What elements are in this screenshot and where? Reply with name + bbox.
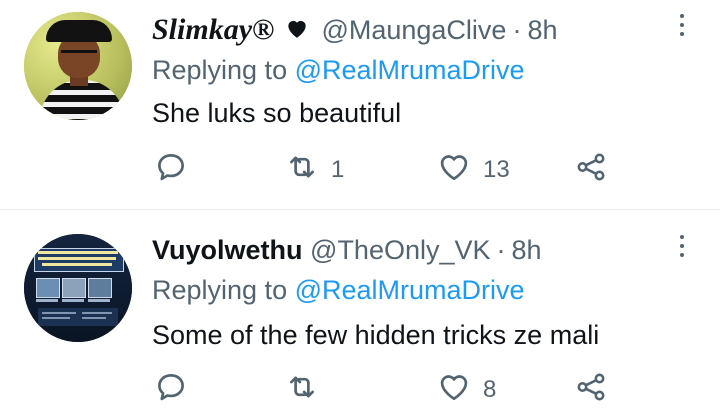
like-button[interactable]: 13 [437,150,510,190]
tweet-2[interactable]: Vuyolwethu @TheOnly_VK · 8h Replying to @R… [0,210,720,419]
like-count: 13 [483,156,510,183]
separator: · [512,15,522,45]
display-name[interactable]: Vuyolwethu [152,235,303,265]
separator: · [496,235,506,265]
replying-to-link[interactable]: @RealMrumaDrive [295,275,525,305]
timestamp[interactable]: 8h [512,235,542,265]
heart-icon [437,370,471,411]
reply-button[interactable] [154,150,200,190]
like-count: 8 [483,376,497,403]
reply-button[interactable] [154,370,200,410]
replying-to-link[interactable]: @RealMrumaDrive [295,55,525,85]
share-icon [574,370,608,411]
avatar[interactable] [24,12,132,120]
heart-icon [437,150,471,191]
tweet-text: Some of the few hidden tricks ze mali [152,320,600,350]
retweet-button[interactable] [285,370,331,410]
tweet-text: She luks so beautiful [152,98,402,128]
share-icon [574,150,608,191]
retweet-button[interactable]: 1 [285,150,344,190]
tweet-header: Slimkay® @MaungaClive · 8h [152,12,660,50]
action-bar: 1 13 [152,150,622,190]
share-button[interactable] [574,370,608,410]
user-handle[interactable]: @MaungaClive [321,15,506,45]
like-button[interactable]: 8 [437,370,496,410]
replying-to-label: Replying to [152,275,288,305]
tweet-header: Vuyolwethu @TheOnly_VK · 8h [152,232,660,268]
action-bar: 8 [152,370,622,410]
display-name[interactable]: Slimkay® [152,13,274,46]
replying-to: Replying to @RealMrumaDrive [152,52,525,88]
retweet-count: 1 [331,156,345,183]
replying-to-label: Replying to [152,55,288,85]
retweet-icon [285,370,319,411]
reply-icon [154,370,188,411]
tweet-1[interactable]: Slimkay® @MaungaClive · 8h Replying to @Re… [0,0,720,210]
share-button[interactable] [574,150,608,190]
retweet-icon [285,150,319,191]
reply-icon [154,150,188,191]
more-vertical-icon[interactable] [678,235,686,261]
user-handle[interactable]: @TheOnly_VK [310,235,490,265]
replying-to: Replying to @RealMrumaDrive [152,272,525,308]
more-vertical-icon[interactable] [678,14,686,40]
heart-emoji-icon [284,14,310,50]
avatar[interactable] [24,234,132,342]
timestamp[interactable]: 8h [527,15,557,45]
